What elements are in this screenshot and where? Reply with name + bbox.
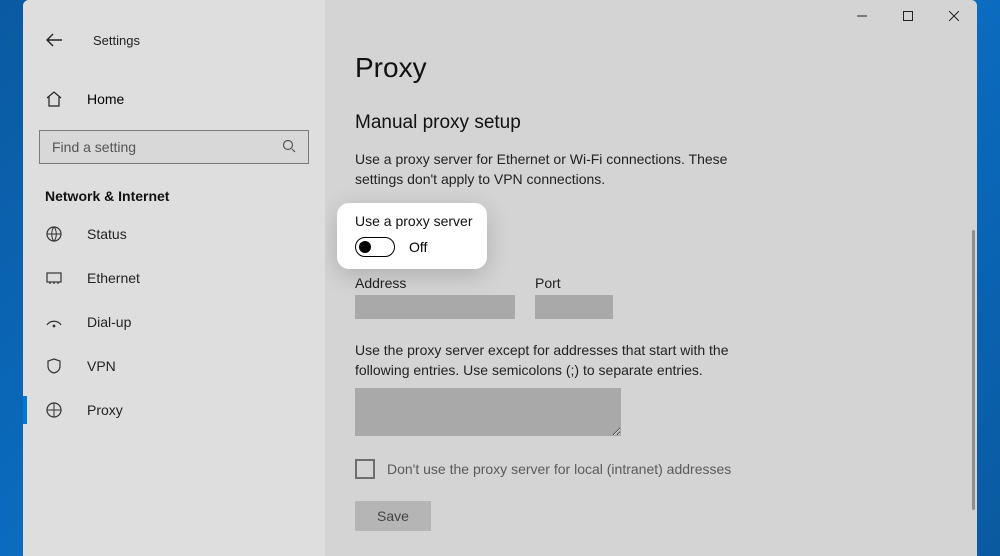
maximize-button[interactable]	[885, 0, 931, 32]
proxy-toggle[interactable]	[355, 237, 395, 257]
port-input[interactable]	[535, 295, 613, 319]
sidebar-item-label: VPN	[87, 358, 116, 374]
settings-window: Settings Home Network & Internet Status	[23, 0, 977, 556]
sidebar-item-label: Dial-up	[87, 314, 131, 330]
save-button-label: Save	[377, 508, 409, 524]
home-label: Home	[87, 91, 124, 107]
search-icon	[282, 139, 298, 155]
proxy-toggle-card: Use a proxy server Off	[337, 203, 487, 269]
address-port-row: Address Port	[355, 275, 947, 319]
address-input[interactable]	[355, 295, 515, 319]
header-row: Settings	[23, 20, 325, 60]
section-description: Use a proxy server for Ethernet or Wi-Fi…	[355, 150, 755, 189]
exceptions-input[interactable]	[355, 388, 621, 436]
address-field-group: Address	[355, 275, 515, 319]
sidebar-nav: Status Ethernet Dial-up VPN	[23, 212, 325, 432]
home-icon	[45, 90, 67, 108]
app-title: Settings	[93, 33, 140, 48]
sidebar-item-label: Status	[87, 226, 127, 242]
sidebar-category: Network & Internet	[45, 188, 325, 204]
globe-icon	[45, 225, 67, 243]
port-field-group: Port	[535, 275, 613, 319]
toggle-title: Use a proxy server	[355, 213, 469, 229]
bypass-local-checkbox[interactable]	[355, 459, 375, 479]
main-content: Proxy Manual proxy setup Use a proxy ser…	[325, 0, 977, 556]
back-icon[interactable]	[45, 33, 63, 47]
scrollbar[interactable]	[972, 230, 975, 510]
dialup-icon	[45, 313, 67, 331]
toggle-knob	[359, 241, 371, 253]
sidebar-item-proxy[interactable]: Proxy	[23, 388, 325, 432]
sidebar-item-ethernet[interactable]: Ethernet	[23, 256, 325, 300]
close-button[interactable]	[931, 0, 977, 32]
sidebar-home[interactable]: Home	[23, 82, 325, 116]
save-button[interactable]: Save	[355, 501, 431, 531]
sidebar-item-dialup[interactable]: Dial-up	[23, 300, 325, 344]
sidebar-item-label: Ethernet	[87, 270, 140, 286]
page-title: Proxy	[355, 52, 947, 84]
bypass-local-row: Don't use the proxy server for local (in…	[355, 459, 947, 479]
address-label: Address	[355, 275, 515, 291]
search-box[interactable]	[39, 130, 309, 164]
section-title: Manual proxy setup	[355, 112, 947, 134]
sidebar-item-vpn[interactable]: VPN	[23, 344, 325, 388]
sidebar-item-status[interactable]: Status	[23, 212, 325, 256]
toggle-row: Off	[355, 237, 469, 257]
titlebar-controls	[839, 0, 977, 32]
exceptions-label: Use the proxy server except for addresse…	[355, 341, 775, 380]
ethernet-icon	[45, 269, 67, 287]
minimize-button[interactable]	[839, 0, 885, 32]
proxy-icon	[45, 401, 67, 419]
search-input[interactable]	[50, 138, 282, 156]
sidebar-item-label: Proxy	[87, 402, 123, 418]
shield-icon	[45, 357, 67, 375]
toggle-state: Off	[409, 239, 427, 255]
sidebar: Settings Home Network & Internet Status	[23, 0, 325, 556]
bypass-local-label: Don't use the proxy server for local (in…	[387, 461, 731, 477]
port-label: Port	[535, 275, 613, 291]
